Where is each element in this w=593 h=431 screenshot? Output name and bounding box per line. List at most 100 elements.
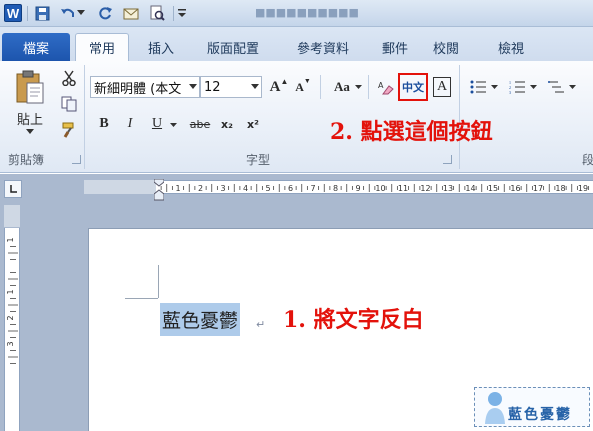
svg-text:3: 3: [509, 90, 511, 94]
qat-separator: [27, 6, 28, 21]
save-icon[interactable]: [33, 4, 51, 22]
tab-home[interactable]: 常用: [75, 33, 129, 61]
paste-button[interactable]: 貼上: [12, 109, 48, 128]
crop-mark: [125, 298, 158, 299]
font-dialog-launcher[interactable]: [443, 155, 452, 164]
ruler-number: 14: [465, 184, 475, 193]
font-name-combo[interactable]: 新細明體 (本文: [90, 76, 200, 98]
logo-figure-icon: [485, 392, 505, 424]
ruler-number: 4: [243, 184, 248, 193]
clipboard-dialog-launcher[interactable]: [72, 155, 81, 164]
change-case-button[interactable]: Aa: [330, 77, 354, 97]
down-arrow-icon: ▼: [303, 77, 311, 85]
group-separator: [84, 65, 85, 169]
separator: [320, 75, 321, 99]
undo-dropdown-icon[interactable]: [76, 4, 86, 22]
font-size-value: 12: [204, 79, 221, 95]
italic-button[interactable]: I: [121, 114, 139, 134]
vertical-ruler[interactable]: 1 1 2 3: [4, 228, 20, 431]
superscript-button[interactable]: x²: [243, 114, 263, 134]
shrink-font-label: A: [295, 79, 304, 94]
paste-icon[interactable]: [12, 67, 48, 107]
clipboard-group-label: 剪貼簿: [8, 153, 45, 167]
email-icon[interactable]: [122, 4, 140, 22]
ruler-number: 13: [443, 184, 453, 193]
paragraph-group-label: 段: [582, 153, 593, 167]
paragraph-mark: ↵: [256, 318, 266, 331]
ruler-number: 15: [488, 184, 498, 193]
ribbon-tabs: 檔案 常用 插入 版面配置 參考資料 郵件 校閱 檢視: [0, 27, 593, 61]
strikethrough-button[interactable]: abe: [188, 114, 212, 134]
ruler-number: 11: [398, 184, 408, 193]
ruler-number: 1: [175, 184, 180, 193]
selected-text[interactable]: 藍色憂鬱: [160, 303, 241, 336]
paste-dropdown-icon[interactable]: [24, 127, 36, 135]
tab-references[interactable]: 參考資料: [287, 33, 359, 61]
qat-separator: [173, 6, 174, 21]
character-border-button[interactable]: A: [433, 77, 451, 97]
annotation-step-1: 1. 將文字反白: [283, 307, 424, 333]
bullets-icon[interactable]: [468, 78, 488, 96]
ruler-number: 17: [533, 184, 543, 193]
indent-marker-icon[interactable]: [153, 178, 165, 202]
font-group-label: 字型: [246, 153, 271, 167]
annotation-step-2: 2. 點選這個按鈕: [330, 119, 493, 145]
copy-icon[interactable]: [60, 95, 78, 113]
underline-dropdown-icon[interactable]: [168, 119, 178, 131]
format-painter-icon[interactable]: [60, 121, 78, 139]
title-bar: W ■■■■■■■■■■: [0, 0, 593, 27]
tab-view[interactable]: 檢視: [488, 33, 534, 61]
watermark-text: 藍色憂鬱: [508, 407, 572, 423]
svg-text:A: A: [378, 81, 384, 90]
bold-button[interactable]: B: [95, 114, 113, 134]
font-size-combo[interactable]: 12: [200, 76, 262, 98]
ruler-number: 1: [6, 237, 15, 242]
cut-icon[interactable]: [60, 69, 78, 87]
grow-font-button[interactable]: A ▲: [269, 77, 289, 97]
ruler-number: 12: [420, 184, 430, 193]
font-name-value: 新細明體 (本文: [94, 81, 182, 97]
tab-file[interactable]: 檔案: [2, 33, 70, 61]
undo-icon[interactable]: [58, 4, 76, 22]
separator: [368, 75, 369, 99]
print-preview-icon[interactable]: [148, 4, 166, 22]
ruler-number: 10: [375, 184, 385, 193]
shrink-font-button[interactable]: A ▼: [293, 77, 313, 97]
redo-icon[interactable]: [96, 4, 114, 22]
ruler-number: 1: [6, 289, 15, 294]
crop-mark: [158, 265, 159, 298]
subscript-button[interactable]: x₂: [217, 114, 237, 134]
highlight-box: [398, 73, 428, 101]
change-case-dropdown-icon[interactable]: [353, 81, 363, 93]
numbering-dropdown-icon[interactable]: [528, 81, 538, 93]
ruler-margin: [4, 205, 20, 227]
ruler-number: 7: [310, 184, 315, 193]
numbering-icon[interactable]: 123: [507, 78, 527, 96]
ruler-number: 6: [288, 184, 293, 193]
underline-button[interactable]: U: [148, 114, 166, 134]
ruler-number: 2: [6, 315, 15, 320]
ruler-number: 8: [333, 184, 338, 193]
chevron-down-icon[interactable]: [189, 84, 197, 89]
ruler-number: 3: [220, 184, 225, 193]
bullets-dropdown-icon[interactable]: [489, 81, 499, 93]
ruler-number: 2: [198, 184, 203, 193]
grow-font-label: A: [269, 78, 281, 95]
tab-selector[interactable]: [4, 180, 22, 198]
tab-review[interactable]: 校閱: [423, 33, 469, 61]
window-title: ■■■■■■■■■■: [255, 6, 359, 19]
multilevel-list-icon[interactable]: [546, 78, 566, 96]
clear-formatting-icon[interactable]: A: [376, 76, 396, 98]
chevron-down-icon[interactable]: [251, 84, 259, 89]
ruler-number: 19: [578, 184, 588, 193]
tab-insert[interactable]: 插入: [138, 33, 184, 61]
multilevel-dropdown-icon[interactable]: [567, 81, 577, 93]
customize-qat-icon[interactable]: [176, 4, 188, 22]
tab-page-layout[interactable]: 版面配置: [197, 33, 269, 61]
ruler-margin: [84, 180, 156, 194]
ruler-number: 5: [265, 184, 270, 193]
word-app-icon[interactable]: W: [4, 4, 22, 22]
vertical-ruler-ticks: 1 1 2 3: [6, 237, 18, 364]
ruler-number: 3: [6, 341, 15, 346]
tab-mailings[interactable]: 郵件: [372, 33, 418, 61]
